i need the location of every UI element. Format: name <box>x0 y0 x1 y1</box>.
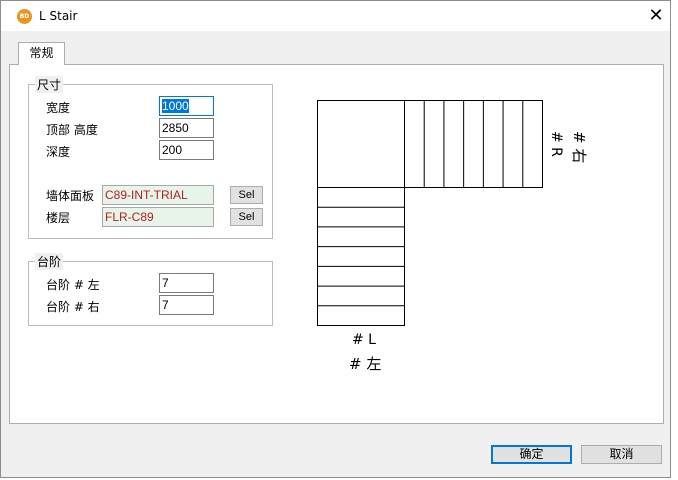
left-label-2: # 左 <box>349 355 381 373</box>
depth-field[interactable]: 200 <box>159 140 214 160</box>
stair-diagram: # L # 左 # R # 右 <box>317 100 588 373</box>
left-label-1: # L <box>352 332 376 348</box>
close-icon: ✕ <box>648 5 664 26</box>
top-height-field[interactable]: 2850 <box>159 118 214 138</box>
close-button[interactable]: ✕ <box>641 3 671 29</box>
app-icon: BD <box>17 9 32 24</box>
stair-dialog: BD L Stair ✕ 常规 尺寸 宽度 1000 顶部 高度 2850 深度… <box>0 0 671 478</box>
right-label-1: # R <box>548 131 564 157</box>
right-steps-label: 台阶 # 右 <box>46 300 100 314</box>
floor-field: FLR-C89 <box>102 207 214 227</box>
floor-label: 楼层 <box>46 211 71 225</box>
right-label-2: # 右 <box>570 131 588 163</box>
width-field[interactable]: 1000 <box>159 96 214 116</box>
floor-select-button[interactable]: Sel <box>230 208 263 226</box>
left-flight <box>317 187 405 326</box>
width-label: 宽度 <box>46 101 71 115</box>
wall-panel-field: C89-INT-TRIAL <box>102 185 214 205</box>
top-height-label: 顶部 高度 <box>46 123 98 137</box>
wall-panel-label: 墙体面板 <box>46 189 95 203</box>
title-bar: BD L Stair ✕ <box>1 1 670 31</box>
window-title: L Stair <box>39 9 78 23</box>
left-steps-field[interactable]: 7 <box>159 273 214 293</box>
tab-general[interactable]: 常规 <box>18 42 65 65</box>
size-group-title: 尺寸 <box>35 76 64 93</box>
depth-label: 深度 <box>46 145 71 159</box>
wall-panel-select-button[interactable]: Sel <box>230 186 263 204</box>
left-steps-label: 台阶 # 左 <box>46 278 100 292</box>
right-steps-field[interactable]: 7 <box>159 295 214 315</box>
width-field-value: 1000 <box>162 99 189 113</box>
ok-button[interactable]: 确定 <box>491 445 572 464</box>
steps-group-title: 台阶 <box>35 253 64 270</box>
cancel-button[interactable]: 取消 <box>581 445 662 464</box>
stair-preview: # L # 左 # R # 右 <box>299 76 614 402</box>
right-flight <box>404 100 543 188</box>
steps-group <box>28 261 273 326</box>
landing <box>317 100 405 188</box>
